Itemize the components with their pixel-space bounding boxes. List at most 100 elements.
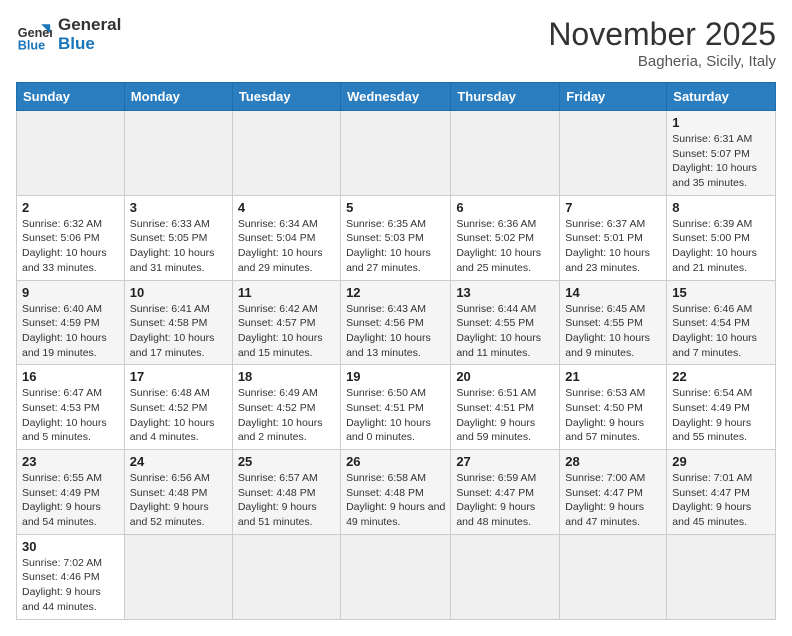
- day-number: 26: [346, 454, 445, 469]
- day-number: 5: [346, 200, 445, 215]
- calendar-cell: 3 Sunrise: 6:33 AM Sunset: 5:05 PM Daylig…: [124, 195, 232, 280]
- calendar-cell: 10Sunrise: 6:41 AM Sunset: 4:58 PM Dayli…: [124, 280, 232, 365]
- weekday-header-sunday: Sunday: [17, 83, 125, 111]
- calendar-cell: 25 Sunrise: 6:57 AM Sunset: 4:48 PM Dayli…: [232, 450, 340, 535]
- day-number: 16: [22, 369, 119, 384]
- day-number: 15: [672, 285, 770, 300]
- day-sun-info: Sunrise: 6:45 AM Sunset: 4:55 PM Dayligh…: [565, 302, 661, 361]
- calendar-cell: [451, 534, 560, 619]
- calendar-cell: 29 Sunrise: 7:01 AM Sunset: 4:47 PM Dayli…: [667, 450, 776, 535]
- calendar-cell: 7 Sunrise: 6:37 AM Sunset: 5:01 PM Daylig…: [560, 195, 667, 280]
- calendar-cell: 22 Sunrise: 6:54 AM Sunset: 4:49 PM Dayli…: [667, 365, 776, 450]
- weekday-header-row: SundayMondayTuesdayWednesdayThursdayFrid…: [17, 83, 776, 111]
- day-sun-info: Sunrise: 6:33 AM Sunset: 5:05 PM Dayligh…: [130, 217, 227, 276]
- title-block: November 2025 Bagheria, Sicily, Italy: [548, 16, 776, 70]
- day-sun-info: Sunrise: 6:51 AM Sunset: 4:51 PM Dayligh…: [456, 386, 554, 445]
- calendar-cell: 19Sunrise: 6:50 AM Sunset: 4:51 PM Dayli…: [341, 365, 451, 450]
- day-number: 29: [672, 454, 770, 469]
- day-sun-info: Sunrise: 6:55 AM Sunset: 4:49 PM Dayligh…: [22, 471, 119, 530]
- calendar-cell: 16 Sunrise: 6:47 AM Sunset: 4:53 PM Dayli…: [17, 365, 125, 450]
- logo: General Blue General Blue: [16, 16, 121, 53]
- calendar-cell: 8Sunrise: 6:39 AM Sunset: 5:00 PM Daylig…: [667, 195, 776, 280]
- calendar-cell: [17, 111, 125, 196]
- calendar-cell: [124, 534, 232, 619]
- day-sun-info: Sunrise: 6:54 AM Sunset: 4:49 PM Dayligh…: [672, 386, 770, 445]
- day-number: 14: [565, 285, 661, 300]
- calendar-cell: 20Sunrise: 6:51 AM Sunset: 4:51 PM Dayli…: [451, 365, 560, 450]
- calendar-week-row: 2 Sunrise: 6:32 AM Sunset: 5:06 PM Daylig…: [17, 195, 776, 280]
- logo-blue-text: Blue: [58, 35, 121, 54]
- calendar-cell: 12 Sunrise: 6:43 AM Sunset: 4:56 PM Dayli…: [341, 280, 451, 365]
- calendar-cell: 1 Sunrise: 6:31 AM Sunset: 5:07 PM Daylig…: [667, 111, 776, 196]
- day-sun-info: Sunrise: 6:50 AM Sunset: 4:51 PM Dayligh…: [346, 386, 445, 445]
- calendar-cell: [451, 111, 560, 196]
- calendar-cell: 24Sunrise: 6:56 AM Sunset: 4:48 PM Dayli…: [124, 450, 232, 535]
- calendar-cell: [667, 534, 776, 619]
- day-sun-info: Sunrise: 6:40 AM Sunset: 4:59 PM Dayligh…: [22, 302, 119, 361]
- logo-icon: General Blue: [16, 17, 52, 53]
- calendar-week-row: 1 Sunrise: 6:31 AM Sunset: 5:07 PM Daylig…: [17, 111, 776, 196]
- day-sun-info: Sunrise: 6:49 AM Sunset: 4:52 PM Dayligh…: [238, 386, 335, 445]
- calendar-week-row: 16 Sunrise: 6:47 AM Sunset: 4:53 PM Dayli…: [17, 365, 776, 450]
- weekday-header-tuesday: Tuesday: [232, 83, 340, 111]
- day-number: 12: [346, 285, 445, 300]
- calendar-cell: 30 Sunrise: 7:02 AM Sunset: 4:46 PM Dayli…: [17, 534, 125, 619]
- day-sun-info: Sunrise: 7:02 AM Sunset: 4:46 PM Dayligh…: [22, 556, 119, 615]
- day-number: 2: [22, 200, 119, 215]
- location-text: Bagheria, Sicily, Italy: [548, 53, 776, 70]
- calendar-cell: [232, 534, 340, 619]
- day-number: 30: [22, 539, 119, 554]
- calendar-cell: 17Sunrise: 6:48 AM Sunset: 4:52 PM Dayli…: [124, 365, 232, 450]
- day-number: 3: [130, 200, 227, 215]
- calendar-cell: 23Sunrise: 6:55 AM Sunset: 4:49 PM Dayli…: [17, 450, 125, 535]
- day-sun-info: Sunrise: 6:47 AM Sunset: 4:53 PM Dayligh…: [22, 386, 119, 445]
- calendar-cell: [232, 111, 340, 196]
- calendar-cell: 6 Sunrise: 6:36 AM Sunset: 5:02 PM Daylig…: [451, 195, 560, 280]
- day-sun-info: Sunrise: 6:31 AM Sunset: 5:07 PM Dayligh…: [672, 132, 770, 191]
- day-number: 7: [565, 200, 661, 215]
- calendar-table: SundayMondayTuesdayWednesdayThursdayFrid…: [16, 82, 776, 620]
- calendar-cell: 9Sunrise: 6:40 AM Sunset: 4:59 PM Daylig…: [17, 280, 125, 365]
- day-sun-info: Sunrise: 6:58 AM Sunset: 4:48 PM Dayligh…: [346, 471, 445, 530]
- day-sun-info: Sunrise: 6:39 AM Sunset: 5:00 PM Dayligh…: [672, 217, 770, 276]
- calendar-cell: [124, 111, 232, 196]
- calendar-cell: [560, 534, 667, 619]
- day-number: 28: [565, 454, 661, 469]
- day-sun-info: Sunrise: 6:57 AM Sunset: 4:48 PM Dayligh…: [238, 471, 335, 530]
- calendar-week-row: 30 Sunrise: 7:02 AM Sunset: 4:46 PM Dayli…: [17, 534, 776, 619]
- day-sun-info: Sunrise: 6:36 AM Sunset: 5:02 PM Dayligh…: [456, 217, 554, 276]
- day-number: 27: [456, 454, 554, 469]
- day-number: 25: [238, 454, 335, 469]
- day-number: 6: [456, 200, 554, 215]
- calendar-cell: 18 Sunrise: 6:49 AM Sunset: 4:52 PM Dayli…: [232, 365, 340, 450]
- page-header: General Blue General Blue November 2025 …: [16, 16, 776, 70]
- day-sun-info: Sunrise: 6:48 AM Sunset: 4:52 PM Dayligh…: [130, 386, 227, 445]
- day-number: 1: [672, 115, 770, 130]
- calendar-cell: 5 Sunrise: 6:35 AM Sunset: 5:03 PM Daylig…: [341, 195, 451, 280]
- day-sun-info: Sunrise: 6:42 AM Sunset: 4:57 PM Dayligh…: [238, 302, 335, 361]
- day-number: 4: [238, 200, 335, 215]
- day-sun-info: Sunrise: 6:44 AM Sunset: 4:55 PM Dayligh…: [456, 302, 554, 361]
- day-sun-info: Sunrise: 6:35 AM Sunset: 5:03 PM Dayligh…: [346, 217, 445, 276]
- day-number: 11: [238, 285, 335, 300]
- weekday-header-saturday: Saturday: [667, 83, 776, 111]
- day-sun-info: Sunrise: 6:53 AM Sunset: 4:50 PM Dayligh…: [565, 386, 661, 445]
- day-sun-info: Sunrise: 7:01 AM Sunset: 4:47 PM Dayligh…: [672, 471, 770, 530]
- day-number: 10: [130, 285, 227, 300]
- day-number: 13: [456, 285, 554, 300]
- day-sun-info: Sunrise: 6:32 AM Sunset: 5:06 PM Dayligh…: [22, 217, 119, 276]
- day-sun-info: Sunrise: 6:37 AM Sunset: 5:01 PM Dayligh…: [565, 217, 661, 276]
- calendar-cell: [341, 534, 451, 619]
- calendar-cell: [560, 111, 667, 196]
- calendar-cell: 27Sunrise: 6:59 AM Sunset: 4:47 PM Dayli…: [451, 450, 560, 535]
- day-number: 18: [238, 369, 335, 384]
- calendar-cell: 2 Sunrise: 6:32 AM Sunset: 5:06 PM Daylig…: [17, 195, 125, 280]
- day-number: 21: [565, 369, 661, 384]
- day-sun-info: Sunrise: 7:00 AM Sunset: 4:47 PM Dayligh…: [565, 471, 661, 530]
- day-number: 22: [672, 369, 770, 384]
- day-sun-info: Sunrise: 6:43 AM Sunset: 4:56 PM Dayligh…: [346, 302, 445, 361]
- calendar-cell: [341, 111, 451, 196]
- month-title: November 2025: [548, 16, 776, 53]
- weekday-header-thursday: Thursday: [451, 83, 560, 111]
- svg-text:Blue: Blue: [18, 38, 45, 52]
